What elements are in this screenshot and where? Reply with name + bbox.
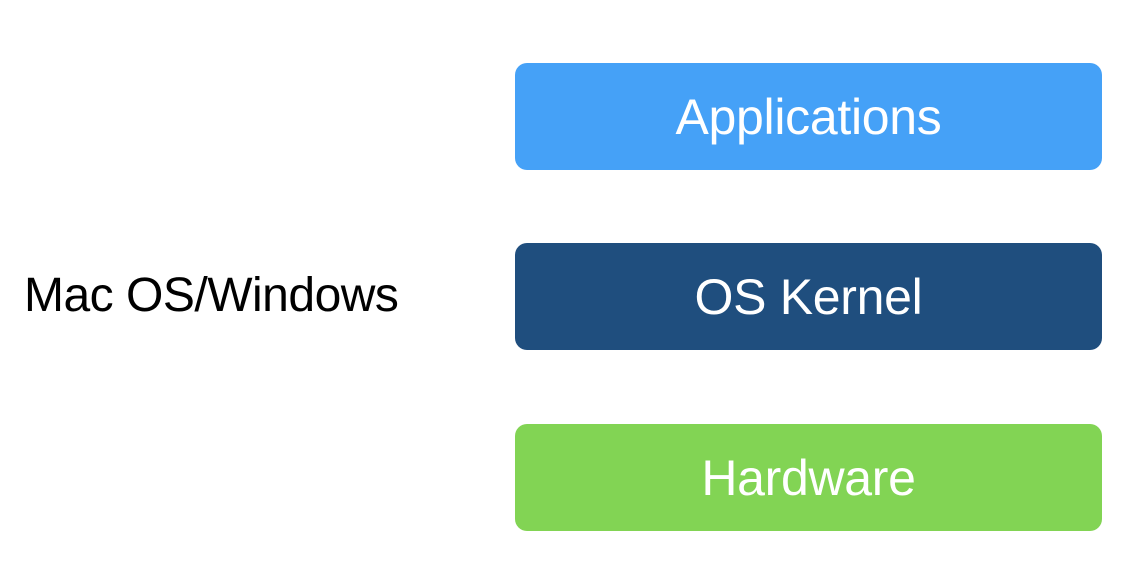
layer-hardware: Hardware <box>515 424 1102 531</box>
layer-applications: Applications <box>515 63 1102 170</box>
os-label: Mac OS/Windows <box>24 269 399 322</box>
layer-os-kernel: OS Kernel <box>515 243 1102 350</box>
